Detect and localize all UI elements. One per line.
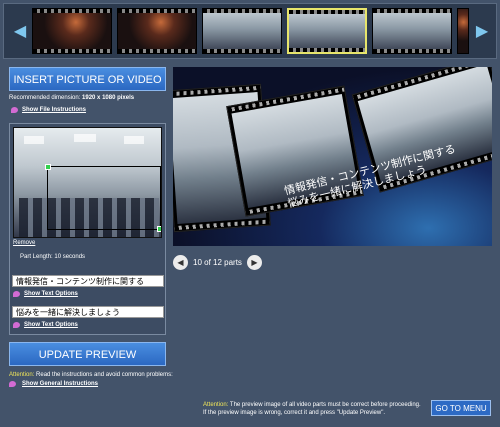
filmstrip-thumbnail-1[interactable] — [32, 8, 112, 54]
filmstrip-thumbnail-6[interactable] — [457, 8, 469, 54]
filmstrip-thumbnail-2[interactable] — [117, 8, 197, 54]
right-arrow-icon: ▶ — [251, 257, 258, 267]
right-arrow-icon: ▶ — [475, 23, 489, 40]
general-instructions-row: Show General Instructions — [9, 381, 98, 387]
pager: ◀ 10 of 12 parts ▶ — [173, 253, 262, 271]
show-general-instructions-link[interactable]: Show General Instructions — [22, 381, 98, 387]
left-arrow-icon: ◀ — [177, 257, 184, 267]
file-instructions-row: Show File Instructions — [11, 107, 86, 113]
show-file-instructions-link[interactable]: Show File Instructions — [22, 107, 86, 113]
source-photo — [13, 127, 162, 238]
filmstrip-thumbnail-5[interactable] — [372, 8, 452, 54]
crop-box[interactable] — [45, 164, 161, 232]
filmstrip: ◀ ▶ — [3, 3, 497, 59]
recommended-label: Recommended dimension: — [9, 95, 83, 101]
text-option-1-field[interactable]: 情報発信・コンテンツ制作に関する — [12, 275, 164, 287]
recommended-dimension: Recommended dimension: 1920 x 1080 pixel… — [9, 95, 134, 101]
insert-picture-button[interactable]: INSERT PICTURE OR VIDEO — [9, 67, 166, 91]
next-part-button[interactable]: ▶ — [246, 254, 262, 270]
left-attention: Attention: Read the instructions and avo… — [9, 372, 173, 378]
prev-part-button[interactable]: ◀ — [173, 254, 188, 270]
footer-attention: Attention: The preview image of all vide… — [203, 401, 427, 417]
pager-text: 10 of 12 parts — [193, 257, 242, 267]
left-arrow-icon: ◀ — [13, 23, 27, 40]
footer-attention-word: Attention: — [203, 402, 229, 408]
text-option-2-field[interactable]: 悩みを一緒に解決しましょう — [12, 306, 164, 318]
speech-bubble-icon — [11, 107, 18, 113]
show-text-options-1-link[interactable]: Show Text Options — [24, 291, 78, 297]
preview-image: 情報発信・コンテンツ制作に関する 悩みを一緒に解決しましょう — [173, 67, 492, 246]
show-text-options-2-link[interactable]: Show Text Options — [24, 322, 78, 328]
filmstrip-thumbnail-3[interactable] — [202, 8, 282, 54]
attention-word: Attention: — [9, 372, 35, 378]
crop-handle-top-left[interactable] — [45, 164, 51, 170]
go-to-menu-button[interactable]: GO TO MENU — [431, 400, 491, 416]
speech-bubble-icon — [9, 381, 16, 387]
filmstrip-prev-button[interactable]: ◀ — [12, 20, 28, 42]
editor-panel: Remove Part Length: 10 seconds 情報発信・コンテン… — [9, 123, 166, 335]
update-preview-button[interactable]: UPDATE PREVIEW — [9, 342, 166, 366]
speech-bubble-icon — [13, 291, 20, 297]
footer-attention-line-2: If the preview image is wrong, correct i… — [203, 410, 386, 416]
speech-bubble-icon — [13, 322, 20, 328]
remove-link[interactable]: Remove — [13, 240, 35, 246]
part-length: Part Length: 10 seconds — [20, 254, 86, 260]
crop-handle-bottom-right[interactable] — [157, 226, 161, 232]
text-options-2-row: Show Text Options — [13, 322, 78, 328]
attention-text: Read the instructions and avoid common p… — [34, 372, 173, 378]
text-options-1-row: Show Text Options — [13, 291, 78, 297]
filmstrip-thumbnail-4-selected[interactable] — [287, 8, 367, 54]
recommended-value: 1920 x 1080 pixels — [82, 95, 135, 101]
footer-attention-line-1: The preview image of all video parts mus… — [228, 402, 421, 408]
filmstrip-next-button[interactable]: ▶ — [474, 20, 490, 42]
